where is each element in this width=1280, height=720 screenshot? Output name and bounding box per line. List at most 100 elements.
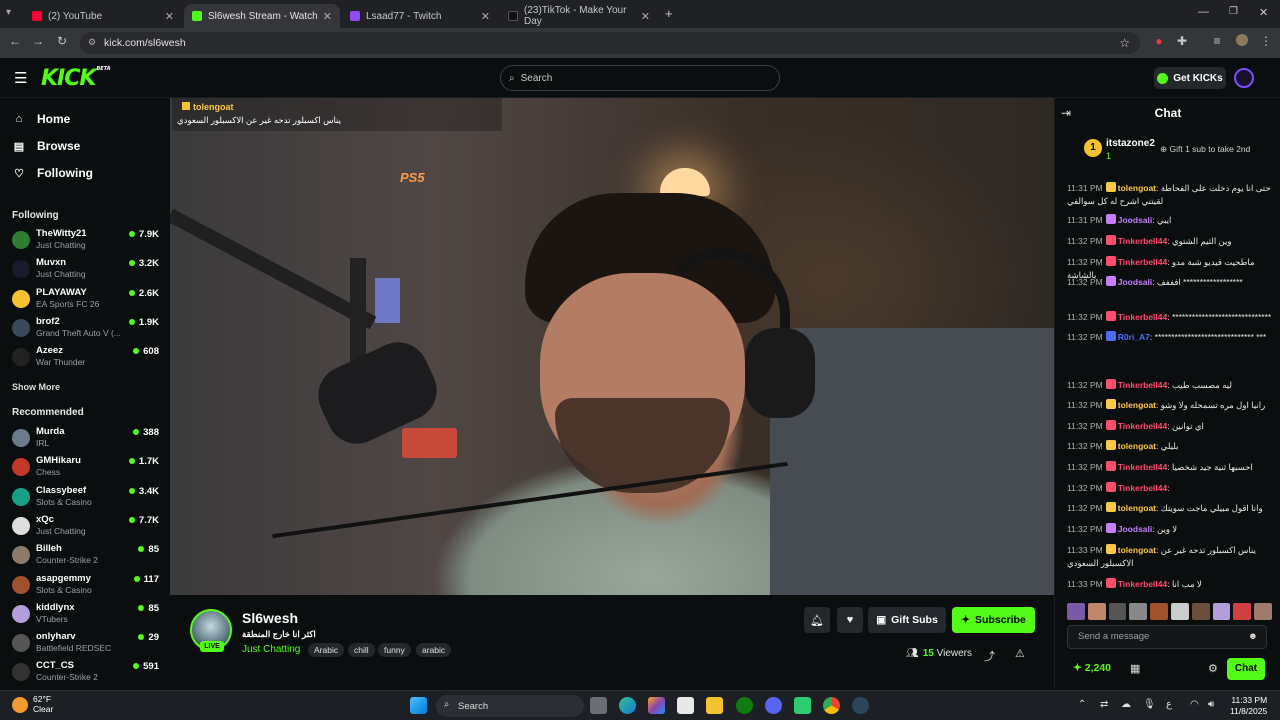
close-icon[interactable]: ✕ <box>165 10 174 23</box>
kick-logo[interactable]: KICKBETA <box>41 66 111 91</box>
message-username[interactable]: Tinkerbell44 <box>1118 236 1167 246</box>
minimize-icon[interactable]: — <box>1198 6 1209 18</box>
emote-icon[interactable] <box>1233 603 1252 620</box>
message-username[interactable]: tolengoat <box>1118 400 1156 410</box>
message-username[interactable]: Tinkerbell44 <box>1118 380 1167 390</box>
nav-home[interactable]: ⌂ Home <box>12 112 71 126</box>
task-view-icon[interactable] <box>590 697 607 714</box>
user-avatar[interactable] <box>1234 68 1254 88</box>
emote-icon[interactable] <box>1129 603 1148 620</box>
message-username[interactable]: Tinkerbell44 <box>1118 421 1167 431</box>
kicks-balance[interactable]: ✦ 2,240 <box>1073 662 1111 674</box>
chrome-icon[interactable] <box>823 697 840 714</box>
network-icon[interactable]: ⇄ <box>1100 699 1108 710</box>
search-input[interactable]: ⌕ Search <box>500 65 780 91</box>
gift-prompt[interactable]: ⊕ Gift 1 sub to take 2nd <box>1160 144 1250 155</box>
profile-avatar[interactable] <box>1233 34 1251 49</box>
close-icon[interactable]: ✕ <box>641 10 650 23</box>
message-username[interactable]: Tinkerbell44 <box>1118 462 1167 472</box>
follow-heart-button[interactable]: ♥ <box>837 607 863 633</box>
tag-arabic-2[interactable]: arabic <box>416 643 452 657</box>
message-username[interactable]: tolengoat <box>1118 545 1156 555</box>
system-clock[interactable]: 11:33 PM 11/8/2025 <box>1230 695 1267 717</box>
sidebar-channel[interactable]: PLAYAWAY EA Sports FC 26 2.6K <box>12 285 162 313</box>
notification-bell-button[interactable]: 🔔︎ <box>804 607 830 633</box>
new-tab-button[interactable]: + <box>665 6 673 21</box>
site-info-icon[interactable]: ⚙ <box>88 37 96 48</box>
edge-icon[interactable] <box>619 697 636 714</box>
wifi-icon[interactable]: ◠ <box>1190 699 1199 710</box>
calendar-icon[interactable]: ▦ <box>1130 662 1140 675</box>
send-chat-button[interactable]: Chat <box>1227 658 1265 680</box>
share-icon[interactable]: ⤴ <box>984 648 995 664</box>
pinned-username[interactable]: itstazone2 <box>1106 138 1155 149</box>
emote-icon[interactable] <box>1087 603 1106 620</box>
xbox-icon[interactable] <box>736 697 753 714</box>
store-icon[interactable] <box>677 697 694 714</box>
volume-icon[interactable]: 🔊︎ <box>1208 699 1214 710</box>
sidebar-channel[interactable]: Muvxn Just Chatting 3.2K <box>12 255 162 283</box>
sidebar-channel[interactable]: Classybeef Slots & Casino 3.4K <box>12 483 162 511</box>
message-username[interactable]: tolengoat <box>1118 183 1156 193</box>
message-username[interactable]: Tinkerbell44 <box>1118 312 1167 322</box>
tab-search-icon[interactable]: ▾ <box>6 7 11 18</box>
tab-youtube[interactable]: (2) YouTube ✕ <box>24 4 182 28</box>
onedrive-icon[interactable]: ☁ <box>1121 699 1131 710</box>
message-username[interactable]: Joodsali <box>1118 524 1152 534</box>
message-username[interactable]: tolengoat <box>1118 441 1156 451</box>
maximize-icon[interactable]: ❐ <box>1229 6 1238 17</box>
message-username[interactable]: tolengoat <box>1118 503 1156 513</box>
sidebar-channel[interactable]: Azeez War Thunder 608 <box>12 343 162 371</box>
close-icon[interactable]: ✕ <box>481 10 490 23</box>
gift-subs-button[interactable]: ▣ Gift Subs <box>868 607 946 633</box>
sidebar-channel[interactable]: GMHikaru Chess 1.7K <box>12 453 162 481</box>
puzzle-icon[interactable]: ✚ <box>1173 34 1191 48</box>
copilot-icon[interactable] <box>648 697 665 714</box>
file-explorer-icon[interactable] <box>706 697 723 714</box>
message-username[interactable]: Joodsali <box>1118 277 1152 287</box>
emote-icon[interactable] <box>1150 603 1168 620</box>
nav-following[interactable]: ♡ Following <box>12 166 93 180</box>
get-kicks-button[interactable]: Get KICKs <box>1154 67 1226 89</box>
sidebar-channel[interactable]: asapgemmy Slots & Casino 117 <box>12 571 162 599</box>
tab-kick[interactable]: Sl6wesh Stream - Watch Live ✕ <box>184 4 340 28</box>
message-username[interactable]: R0ri_A7 <box>1118 332 1150 342</box>
emote-icon[interactable] <box>1191 603 1210 620</box>
sidebar-channel[interactable]: kiddlynx VTubers 85 <box>12 600 162 628</box>
hamburger-menu-icon[interactable]: ☰ <box>14 69 27 87</box>
sidebar-channel[interactable]: Billeh Counter-Strike 2 85 <box>12 541 162 569</box>
message-username[interactable]: Joodsali <box>1118 215 1152 225</box>
address-bar[interactable]: ⚙ kick.com/sl6wesh ☆ <box>80 32 1140 54</box>
app-icon[interactable] <box>794 697 811 714</box>
discord-icon[interactable] <box>765 697 782 714</box>
message-username[interactable]: Tinkerbell44 <box>1118 579 1167 589</box>
show-more-link[interactable]: Show More <box>12 382 60 392</box>
sidebar-channel[interactable]: CCT_CS Counter-Strike 2 591 <box>12 658 162 686</box>
emoji-icon[interactable]: ☻ <box>1248 626 1258 648</box>
chat-message-input[interactable]: Send a message ☻ <box>1067 625 1267 649</box>
extension-icon[interactable]: ● <box>1150 34 1168 48</box>
tag-arabic[interactable]: Arabic <box>308 643 345 657</box>
close-window-icon[interactable]: ✕ <box>1259 6 1268 19</box>
taskbar-search[interactable]: ⌕ Search <box>436 695 584 717</box>
reload-icon[interactable]: ↻ <box>53 34 71 48</box>
tab-tiktok[interactable]: (23)TikTok - Make Your Day ✕ <box>500 4 658 28</box>
microphone-icon[interactable]: 🎙︎ <box>1143 699 1156 710</box>
emote-icon[interactable] <box>1254 603 1272 620</box>
sidebar-channel[interactable]: Murda IRL 388 <box>12 424 162 452</box>
tray-overflow-icon[interactable]: ⌃ <box>1078 699 1086 710</box>
nav-browse[interactable]: ▤ Browse <box>12 139 81 153</box>
tag-funny[interactable]: funny <box>378 643 411 657</box>
start-icon[interactable] <box>410 697 427 714</box>
weather-widget[interactable]: 62°F Clear <box>33 694 53 714</box>
close-icon[interactable]: ✕ <box>323 10 332 23</box>
sidebar-channel[interactable]: onlyharv Battlefield REDSEC 29 <box>12 629 162 657</box>
emote-icon[interactable] <box>1108 603 1127 620</box>
chat-settings-icon[interactable]: ⚙ <box>1208 662 1218 675</box>
forward-icon[interactable]: → <box>29 34 47 48</box>
language-icon[interactable]: ع <box>1166 699 1172 710</box>
sidebar-channel[interactable]: brof2 Grand Theft Auto V (... 1.9K <box>12 314 162 342</box>
reading-list-icon[interactable]: ≡ <box>1208 34 1226 48</box>
emote-icon[interactable] <box>1170 603 1189 620</box>
back-icon[interactable]: ← <box>6 34 24 48</box>
